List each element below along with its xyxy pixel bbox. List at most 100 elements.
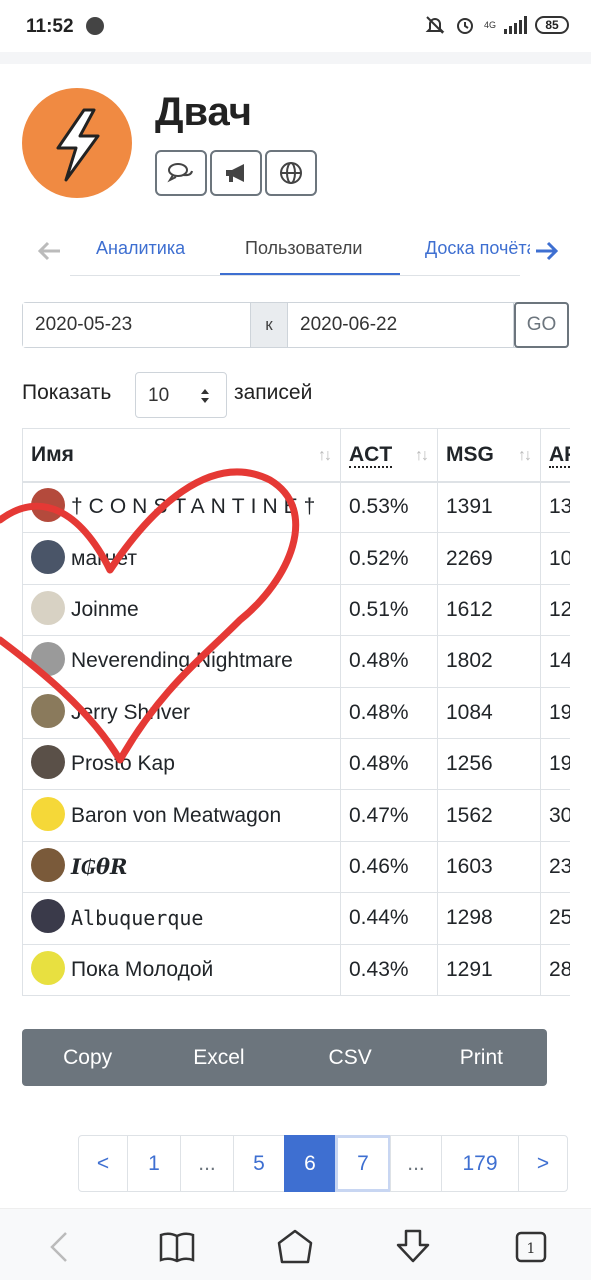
page-button[interactable]: 5 <box>233 1135 285 1192</box>
users-table: Имя↑↓ ACT↑↓ MSG↑↓ AP †CONSTANTINE† 0.53%… <box>22 428 570 996</box>
sort-icon: ↑↓ <box>518 447 532 464</box>
entries-select[interactable]: 10 <box>135 372 227 418</box>
extra-cell: 28 <box>540 943 570 996</box>
act-cell: 0.48% <box>340 686 438 739</box>
next-page-button[interactable]: > <box>518 1135 568 1192</box>
table-row[interactable]: Joinme 0.51% 1612 12 <box>22 583 570 637</box>
signal-icon <box>504 16 527 34</box>
msg-cell: 1256 <box>437 737 541 791</box>
user-name[interactable]: Baron von Meatwagon <box>71 804 281 827</box>
msg-cell: 1298 <box>437 892 541 945</box>
act-cell: 0.53% <box>340 480 438 534</box>
msg-cell: 1603 <box>437 840 541 894</box>
avatar <box>31 796 65 831</box>
table-row[interactable]: Prosto Kap 0.48% 1256 19 <box>22 737 570 791</box>
lightning-icon <box>56 108 100 182</box>
page-button[interactable]: 1 <box>127 1135 181 1192</box>
announcement-button[interactable] <box>210 150 262 196</box>
bookmarks-book-icon[interactable] <box>157 1227 197 1267</box>
table-row[interactable]: I₲θR 0.46% 1603 23 <box>22 840 570 894</box>
date-separator: к <box>250 303 288 347</box>
user-name[interactable]: Albuquerque <box>71 906 203 930</box>
tab-users[interactable]: Пользователи <box>245 238 362 259</box>
extra-cell: 12 <box>540 583 570 637</box>
avatar <box>31 745 65 780</box>
tab-analytics[interactable]: Аналитика <box>96 238 185 259</box>
avatar <box>31 488 65 523</box>
user-name[interactable]: Jerry Shriver <box>71 701 190 724</box>
column-header-ap[interactable]: AP <box>540 428 570 483</box>
tab-honor-board[interactable]: Доска почёта <box>425 238 530 259</box>
globe-icon <box>280 162 302 184</box>
tabs-counter-icon[interactable]: 1 <box>511 1227 551 1267</box>
copy-button[interactable]: Copy <box>22 1029 153 1086</box>
user-name[interactable]: I₲θR <box>71 854 127 879</box>
msg-cell: 2269 <box>437 532 541 585</box>
msg-cell: 1562 <box>437 789 541 842</box>
status-icons: 4G 85 <box>424 14 569 36</box>
user-name[interactable]: магнет <box>71 547 137 570</box>
browser-navbar: 1 <box>0 1208 591 1280</box>
date-from-input[interactable]: 2020-05-23 <box>23 303 250 347</box>
column-header-msg[interactable]: MSG ↑↓ <box>437 428 541 483</box>
back-icon[interactable] <box>40 1227 80 1267</box>
prev-page-button[interactable]: < <box>78 1135 128 1192</box>
print-button[interactable]: Print <box>416 1029 547 1086</box>
table-row[interactable]: Jerry Shriver 0.48% 1084 19 <box>22 686 570 739</box>
extra-cell: 13 <box>540 480 570 534</box>
user-name[interactable]: Prosto Kap <box>71 752 175 775</box>
avatar <box>31 539 65 574</box>
go-button[interactable]: GO <box>514 302 569 348</box>
tabs-scroll-left-icon[interactable] <box>34 236 64 266</box>
show-label: Показать <box>22 381 112 404</box>
msg-cell: 1612 <box>437 583 541 637</box>
status-time: 11:52 <box>26 16 74 37</box>
entries-value: 10 <box>148 385 170 406</box>
avatar <box>31 899 65 934</box>
user-name[interactable]: †CONSTANTINE† <box>71 495 321 518</box>
sort-icon: ↑↓ <box>415 447 429 464</box>
export-buttons: Copy Excel CSV Print <box>22 1029 547 1086</box>
user-name[interactable]: Пока Молодой <box>71 958 213 981</box>
page-button[interactable]: 7 <box>335 1135 391 1192</box>
act-cell: 0.43% <box>340 943 438 996</box>
users-table-container[interactable]: Имя↑↓ ACT↑↓ MSG↑↓ AP †CONSTANTINE† 0.53%… <box>22 428 570 996</box>
tabs-scroll-right-icon[interactable] <box>532 236 562 266</box>
chat-button[interactable] <box>155 150 207 196</box>
home-icon[interactable] <box>275 1227 315 1267</box>
date-to-input[interactable]: 2020-06-22 <box>288 303 514 347</box>
table-header-row: Имя↑↓ ACT↑↓ MSG↑↓ AP <box>22 428 570 483</box>
current-page-button[interactable]: 6 <box>284 1135 336 1192</box>
message-notification-icon <box>86 17 104 35</box>
tab-clip: Доска почёта <box>400 230 530 270</box>
table-row[interactable]: †CONSTANTINE† 0.53% 1391 13 <box>22 480 570 534</box>
act-cell: 0.48% <box>340 737 438 791</box>
user-name[interactable]: Joinme <box>71 598 139 621</box>
excel-button[interactable]: Excel <box>153 1029 284 1086</box>
user-name[interactable]: Neverending Nightmare <box>71 649 293 672</box>
records-label: записей <box>234 381 313 404</box>
msg-cell: 1084 <box>437 686 541 739</box>
status-bar: 11:52 4G 85 <box>0 0 591 52</box>
table-row[interactable]: Neverending Nightmare 0.48% 1802 14 <box>22 635 570 688</box>
website-button[interactable] <box>265 150 317 196</box>
table-row[interactable]: Baron von Meatwagon 0.47% 1562 30 <box>22 789 570 842</box>
chat-bubbles-icon <box>167 163 193 183</box>
sort-icon: ↑↓ <box>318 447 332 464</box>
column-header-act[interactable]: ACT ↑↓ <box>340 428 438 483</box>
megaphone-icon <box>226 164 244 182</box>
extra-cell: 19 <box>540 686 570 739</box>
act-cell: 0.44% <box>340 892 438 945</box>
svg-text:1: 1 <box>527 1241 536 1257</box>
download-icon[interactable] <box>393 1227 433 1267</box>
last-page-button[interactable]: 179 <box>441 1135 519 1192</box>
table-row[interactable]: магнет 0.52% 2269 10 <box>22 532 570 585</box>
csv-button[interactable]: CSV <box>285 1029 416 1086</box>
table-row[interactable]: Albuquerque 0.44% 1298 25 <box>22 892 570 945</box>
act-cell: 0.51% <box>340 583 438 637</box>
table-row[interactable]: Пока Молодой 0.43% 1291 28 <box>22 943 570 996</box>
extra-cell: 23 <box>540 840 570 894</box>
extra-cell: 25 <box>540 892 570 945</box>
board-logo <box>22 88 132 198</box>
column-header-name[interactable]: Имя ↑↓ <box>22 428 341 483</box>
